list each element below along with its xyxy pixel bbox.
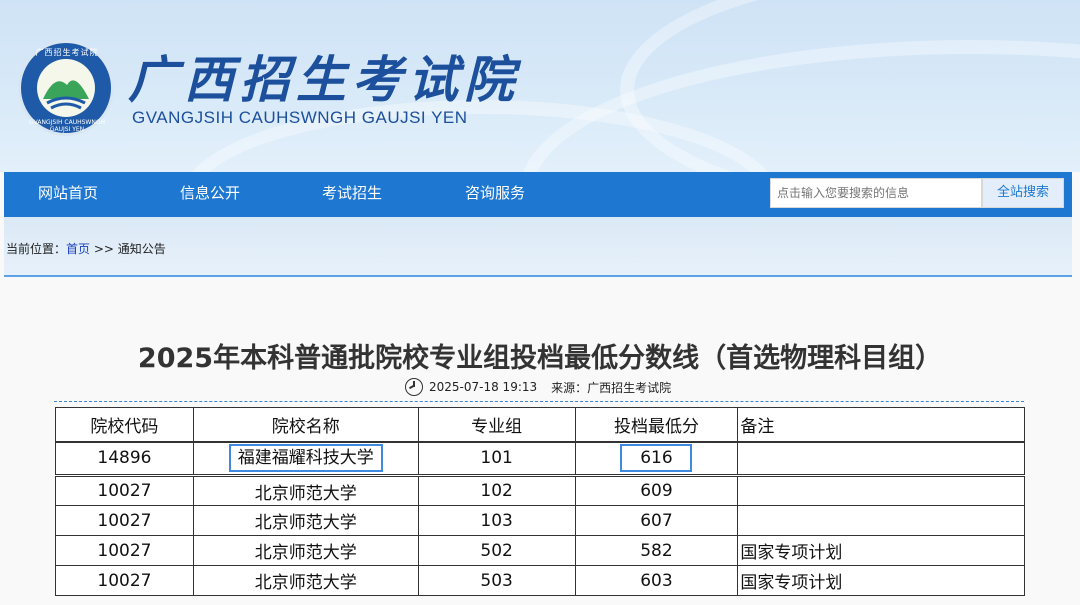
nav-item-home[interactable]: 网站首页 [38,172,98,217]
meta-divider [54,401,1024,402]
highlighted-school-name: 福建福耀科技大学 [228,444,383,473]
nav-item-exam-admission[interactable]: 考试招生 [322,172,382,217]
nav-item-consult-service[interactable]: 咨询服务 [465,172,525,217]
cell-note [737,505,1025,536]
breadcrumb-home-link[interactable]: 首页 [66,242,90,256]
cell-school-code: 10027 [55,535,194,566]
table-row: 10027 北京师范大学 103 607 [55,505,1025,536]
table-row: 10027 北京师范大学 503 603 国家专项计划 [55,565,1025,596]
cell-note [737,441,1025,477]
header-school-name: 院校名称 [192,407,419,443]
highlighted-min-score: 616 [620,444,693,473]
cell-min-score: 582 [574,535,739,566]
site-title-cn: 广西招生考试院 [128,50,520,109]
breadcrumb-current: 通知公告 [117,242,166,256]
table-header-row: 院校代码 院校名称 专业组 投档最低分 备注 [55,407,1025,443]
cell-school-code: 10027 [55,505,194,536]
site-header-banner: 广西招生考试院 GVANGJSIH CAUHSWNGH GAUJSI YEN 广… [0,0,1080,172]
table-row: 10027 北京师范大学 502 582 国家专项计划 [55,535,1025,566]
table-row: 10027 北京师范大学 102 609 [55,475,1025,506]
header-school-code: 院校代码 [55,407,194,443]
breadcrumb-strip: 当前位置：首页 >> 通知公告 [4,217,1072,277]
cell-major-group: 103 [417,505,576,536]
logo-ring-text-en: GVANGJSIH CAUHSWNGH GAUJSI YEN [29,119,105,133]
cell-min-score: 603 [574,565,739,596]
breadcrumb-prefix: 当前位置： [6,242,67,256]
article-title: 2025年本科普通批院校专业组投档最低分数线（首选物理科目组） [137,343,943,374]
cell-school-code: 14896 [55,441,194,477]
header-major-group: 专业组 [417,407,576,443]
cell-min-score: 616 [574,441,739,477]
table-row: 14896 福建福耀科技大学 101 616 [55,441,1025,477]
cell-min-score: 609 [574,475,739,506]
search-input[interactable] [770,178,982,208]
cell-school-name: 福建福耀科技大学 [192,441,419,477]
cell-min-score: 607 [574,505,739,536]
article-meta: 2025-07-18 19:13 来源：广西招生考试院 [405,378,671,396]
cell-school-code: 10027 [55,475,194,506]
breadcrumb: 当前位置：首页 >> 通知公告 [6,240,166,257]
cell-note: 国家专项计划 [737,535,1025,566]
cell-school-name: 北京师范大学 [192,475,419,506]
header-note: 备注 [737,407,1025,443]
logo-mountain-emblem [37,59,95,117]
score-table: 院校代码 院校名称 专业组 投档最低分 备注 14896 福建福耀科技大学 10… [55,407,1025,596]
cell-school-code: 10027 [55,565,194,596]
cell-school-name: 北京师范大学 [192,505,419,536]
header-min-score: 投档最低分 [574,407,739,443]
main-nav: 网站首页 信息公开 考试招生 咨询服务 全站搜索 [4,172,1072,217]
cell-note: 国家专项计划 [737,565,1025,596]
article-source: 来源：广西招生考试院 [551,380,672,395]
breadcrumb-separator: >> [90,242,118,256]
site-title-en: GVANGJSIH CAUHSWNGH GAUJSI YEN [132,108,468,127]
site-logo-icon[interactable]: 广西招生考试院 GVANGJSIH CAUHSWNGH GAUJSI YEN [18,40,114,136]
cell-major-group: 502 [417,535,576,566]
nav-item-info-disclosure[interactable]: 信息公开 [180,172,240,217]
cell-major-group: 102 [417,475,576,506]
article-datetime: 2025-07-18 19:13 [429,380,538,394]
cell-school-name: 北京师范大学 [192,535,419,566]
clock-icon [405,378,423,396]
cell-note [737,475,1025,506]
cell-major-group: 503 [417,565,576,596]
cell-school-name: 北京师范大学 [192,565,419,596]
cell-major-group: 101 [417,441,576,477]
logo-ring-text: 广西招生考试院 [35,48,99,57]
site-search-button[interactable]: 全站搜索 [982,178,1064,208]
